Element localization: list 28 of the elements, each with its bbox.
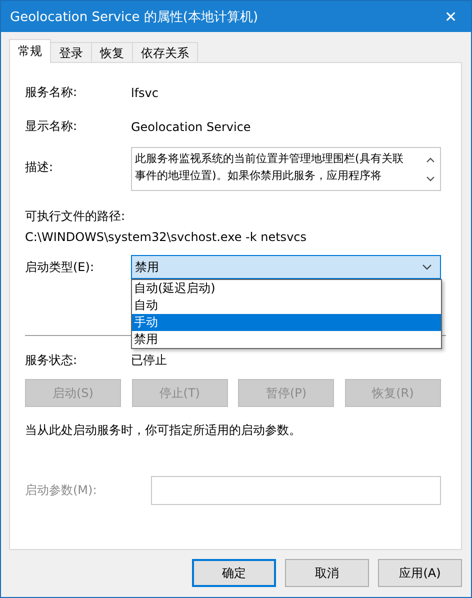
field-value: Geolocation Service (131, 120, 251, 134)
tab[interactable]: 依存关系 (132, 42, 198, 63)
window-title: Geolocation Service 的属性(本地计算机) (10, 8, 258, 26)
chevron-down-icon (422, 264, 432, 270)
field-label: 显示名称: (25, 118, 78, 135)
hint-text: 当从此处启动服务时，你可指定所适用的启动参数。 (25, 422, 302, 439)
dialog-button[interactable]: 应用(A) (378, 559, 462, 587)
dropdown-option[interactable]: 手动 (132, 314, 441, 331)
path-value: C:\WINDOWS\system32\svchost.exe -k netsvcs (25, 230, 308, 244)
field-label: 启动类型(E): (25, 258, 95, 276)
scroll-down-icon[interactable] (426, 176, 434, 182)
description-box[interactable]: 此服务将监视系统的当前位置并管理地理围栏(具有关联事件的地理位置)。如果你禁用此服务，应用程序将 (131, 147, 441, 191)
field-value: lfsvc (131, 86, 159, 100)
field-label: 服务名称: (25, 84, 78, 101)
dialog-button[interactable]: 确定 (192, 559, 276, 587)
field-label: 描述: (25, 159, 54, 176)
scroll-up-icon[interactable] (426, 156, 434, 162)
dropdown-option[interactable]: 自动(延迟启动) (132, 280, 441, 297)
field-label: 启动参数(M): (25, 482, 98, 499)
path-label: 可执行文件的路径: (25, 208, 126, 225)
field-label: 服务状态: (25, 352, 78, 369)
tab[interactable]: 常规 (9, 39, 51, 63)
field-value: 已停止 (131, 352, 167, 369)
startup-type-dropdown[interactable]: 禁用 (131, 255, 441, 279)
dialog-button[interactable]: 取消 (285, 559, 369, 587)
dropdown-option[interactable]: 自动 (132, 297, 441, 314)
close-button[interactable]: ✕ (431, 1, 471, 32)
dropdown-option[interactable]: 禁用 (132, 331, 441, 348)
